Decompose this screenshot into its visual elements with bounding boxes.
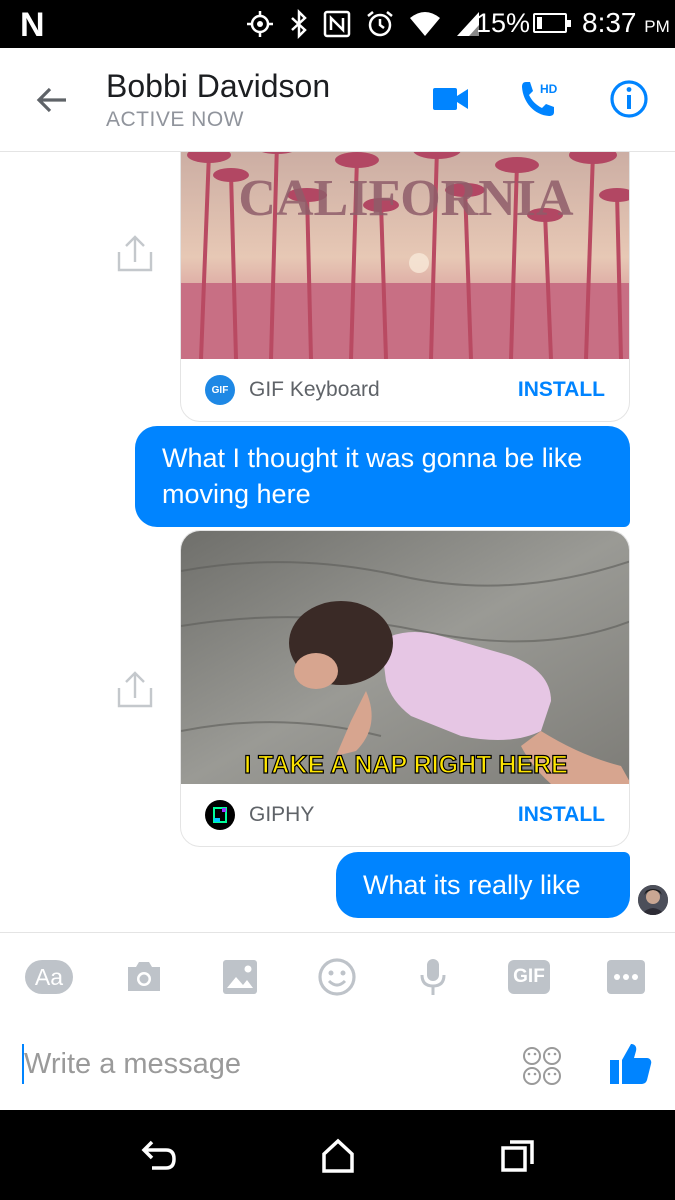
- nav-home-button[interactable]: [318, 1136, 358, 1176]
- phone-hd-icon: HD: [522, 82, 558, 116]
- voice-clip-button[interactable]: [411, 955, 455, 999]
- gif-label: GIF: [508, 960, 550, 994]
- gps-icon: [247, 11, 273, 37]
- android-nav-bar: [0, 1110, 675, 1200]
- app-name: GIF Keyboard: [249, 378, 380, 401]
- gif-card-giphy[interactable]: I TAKE A NAP RIGHT HERE GIPHY INSTALL: [180, 530, 630, 847]
- share-button[interactable]: [113, 232, 157, 276]
- california-gif-text: CALIFORNIA: [238, 170, 574, 227]
- nav-recents-button[interactable]: [498, 1136, 538, 1176]
- hd-badge: HD: [540, 82, 558, 96]
- more-button[interactable]: [604, 955, 648, 999]
- gallery-button[interactable]: [218, 955, 262, 999]
- clock-time: 8:37: [582, 7, 637, 38]
- share-icon: [117, 235, 153, 272]
- image-icon: [223, 960, 257, 994]
- gif-keyboard-icon-text: GIF: [211, 384, 229, 396]
- nav-back-button[interactable]: [138, 1136, 178, 1176]
- more-icon: [607, 960, 645, 994]
- nap-gif: I TAKE A NAP RIGHT HERE: [181, 531, 629, 784]
- emoji-icon: [318, 958, 356, 996]
- nav-home-icon: [322, 1138, 354, 1173]
- contact-name[interactable]: Bobbi Davidson: [106, 68, 330, 105]
- camera-button[interactable]: [122, 955, 166, 999]
- message-input[interactable]: [24, 1044, 484, 1084]
- nap-gif-caption: I TAKE A NAP RIGHT HERE: [244, 751, 568, 779]
- battery-percent: 15%: [476, 8, 531, 38]
- message-composer: [0, 1018, 675, 1110]
- gif-card-california[interactable]: CALIFORNIA GIF GIF Keyboard INSTALL: [180, 152, 630, 422]
- giphy-app-icon: [205, 800, 235, 830]
- status-bar: N 15% 8:37 PM: [0, 0, 675, 48]
- gif-card-footer: GIF GIF Keyboard INSTALL: [181, 359, 629, 421]
- avatar-image: [638, 885, 668, 915]
- like-button[interactable]: [606, 1040, 654, 1088]
- wifi-icon: [410, 12, 440, 36]
- nfc-icon: [323, 10, 351, 38]
- read-receipt-avatar: [638, 885, 668, 915]
- alarm-icon: [367, 11, 393, 37]
- microphone-icon: [420, 959, 446, 995]
- status-icons: [245, 8, 481, 40]
- info-button[interactable]: [604, 76, 654, 122]
- info-icon: [610, 80, 648, 118]
- back-button[interactable]: [30, 78, 74, 122]
- nav-back-icon: [141, 1140, 176, 1170]
- contact-status: ACTIVE NOW: [106, 108, 245, 131]
- install-button[interactable]: INSTALL: [518, 803, 605, 827]
- share-button[interactable]: [113, 668, 157, 712]
- video-camera-icon: [433, 88, 468, 110]
- text-mode-button[interactable]: Aa: [24, 955, 74, 999]
- install-button[interactable]: INSTALL: [518, 378, 605, 402]
- message-thread[interactable]: CALIFORNIA GIF GIF Keyboard INSTALL What…: [0, 152, 675, 932]
- camera-icon: [128, 962, 160, 991]
- gif-button[interactable]: GIF: [507, 955, 551, 999]
- gif-image-nap[interactable]: I TAKE A NAP RIGHT HERE: [181, 531, 629, 784]
- bluetooth-icon: [291, 9, 307, 39]
- clock: 8:37 PM: [582, 7, 670, 39]
- composer-toolbar: Aa GIF: [0, 932, 675, 1018]
- conversation-header: Bobbi Davidson ACTIVE NOW HD: [0, 48, 675, 152]
- emoji-button[interactable]: [315, 955, 359, 999]
- outgoing-message[interactable]: What I thought it was gonna be like movi…: [135, 426, 630, 527]
- battery-icon: [533, 13, 571, 33]
- stickers-icon: [523, 1047, 561, 1085]
- giphy-logo-icon: [213, 807, 227, 823]
- messenger-screen: N 15% 8:37 PM Bobbi Davidson ACTIVE NOW …: [0, 0, 675, 1200]
- stickers-button[interactable]: [520, 1044, 564, 1088]
- share-icon: [117, 671, 153, 708]
- carrier-logo: N: [20, 6, 45, 44]
- video-call-button[interactable]: [426, 76, 476, 122]
- back-arrow-icon: [36, 87, 66, 113]
- clock-ampm: PM: [644, 17, 670, 36]
- nav-recents-icon: [501, 1140, 534, 1172]
- california-gif: CALIFORNIA: [181, 152, 629, 359]
- thumbs-up-icon: [610, 1044, 652, 1084]
- gif-image-california[interactable]: CALIFORNIA: [181, 152, 629, 359]
- app-name: GIPHY: [249, 803, 315, 826]
- gif-card-footer: GIPHY INSTALL: [181, 784, 629, 846]
- text-mode-label: Aa: [25, 960, 73, 994]
- gif-keyboard-app-icon: GIF: [205, 375, 235, 405]
- outgoing-message[interactable]: What its really like: [336, 852, 630, 918]
- voice-call-button[interactable]: HD: [516, 76, 566, 122]
